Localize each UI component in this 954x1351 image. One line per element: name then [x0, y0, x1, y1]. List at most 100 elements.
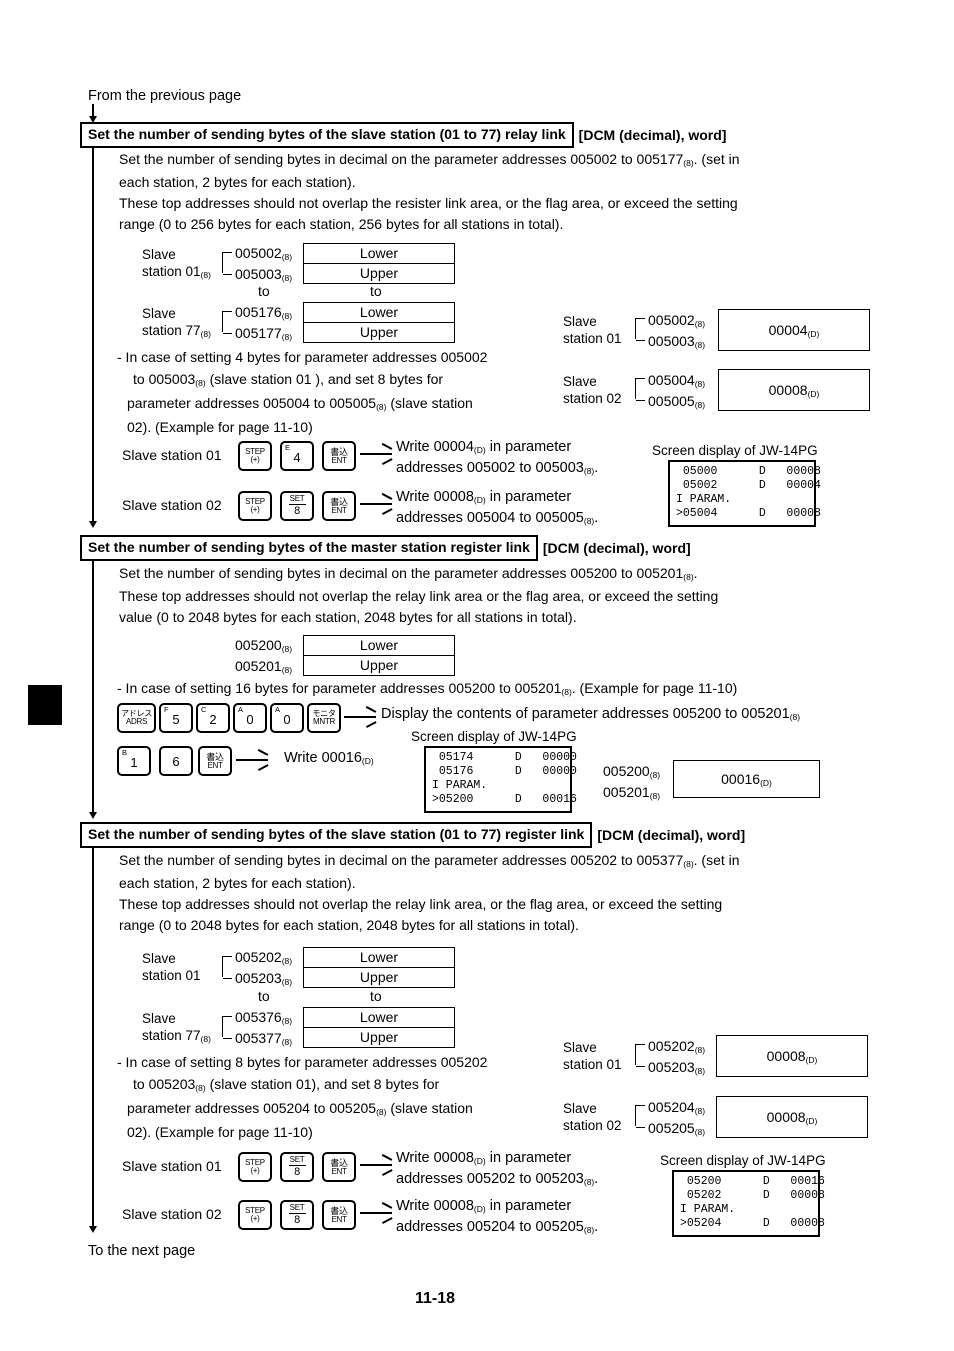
desc-line: Write 00008(D) in parameter	[396, 489, 572, 505]
station-line-1: Slave	[142, 306, 176, 321]
station-line-2: station 77(8)	[142, 323, 211, 339]
value: 00008(D)	[766, 1109, 818, 1126]
key-step-plus[interactable]: STEP (+)	[238, 1200, 272, 1230]
key-step-plus[interactable]: STEP (+)	[238, 1152, 272, 1182]
s3-seq-1-arrow	[360, 1201, 393, 1224]
station-line-2: station 77(8)	[142, 1028, 211, 1044]
key-bottom-label: ADRS	[125, 717, 148, 726]
page-number: 11-18	[415, 1290, 456, 1307]
addr-lower: 005376(8)	[235, 1009, 293, 1026]
s1-seq-1-desc: Write 00008(D) in parameter addresses 00…	[396, 487, 598, 529]
paragraph: These top addresses should not overlap t…	[119, 896, 723, 912]
s3-screen-display: 05200 D 00016 05202 D 00008 I PARAM. >05…	[672, 1170, 825, 1237]
key-corner-label: E	[285, 443, 291, 452]
s1-seq-0-desc: Write 00004(D) in parameter addresses 00…	[396, 437, 598, 479]
example-line: 02). (Example for page 11-10)	[127, 419, 313, 435]
section-2-flow-arrow	[88, 812, 97, 819]
addr-bottom: 005005(8)	[648, 393, 706, 410]
key-e-4[interactable]: E 4	[280, 441, 314, 471]
s1-bracket-last	[222, 311, 232, 334]
desc-line: addresses 005002 to 005003(8).	[396, 460, 599, 476]
manual-page: From the previous page Set the number of…	[0, 0, 954, 1351]
addr-upper: 005203(8)	[235, 970, 293, 987]
addr-lower: 005202(8)	[235, 949, 293, 966]
addr-bottom: 005203(8)	[648, 1059, 706, 1076]
cell-lower: Lower	[304, 636, 454, 656]
key-step-plus[interactable]: STEP (+)	[238, 441, 272, 471]
station-line-2: station 01	[142, 968, 201, 983]
desc-line: Write 00004(D) in parameter	[396, 439, 572, 455]
section-3-flow-line	[92, 846, 94, 1230]
section-3-example-text: - In case of setting 8 bytes for paramet…	[117, 1051, 537, 1143]
paragraph: each station, 2 bytes for each station).	[119, 875, 356, 891]
s3-result-1-value-box: 00008(D)	[716, 1096, 868, 1138]
key-f-5[interactable]: F 5	[159, 703, 193, 733]
s2-result-value-box: 00016(D)	[673, 760, 820, 798]
paragraph: range (0 to 2048 bytes for each station,…	[119, 917, 579, 933]
value: 00016(D)	[721, 771, 772, 788]
station-line-1: Slave	[563, 314, 597, 329]
example-line: to 005003(8) (slave station 01 ), and se…	[133, 371, 444, 388]
cell-upper: Upper	[359, 265, 399, 281]
s1-result-1-bracket	[635, 378, 645, 401]
value: 00008(D)	[766, 1048, 818, 1065]
desc-line: Write 00008(D) in parameter	[396, 1150, 572, 1166]
s1-addr-last: 005176(8) 005177(8)	[235, 303, 292, 345]
s1-screen-caption: Screen display of JW-14PG	[652, 443, 818, 458]
s3-bracket-first	[222, 956, 232, 979]
key-corner-label: B	[122, 748, 128, 757]
s1-seq-0-arrow	[360, 442, 393, 465]
key-write-ent[interactable]: 書込 ENT	[198, 746, 232, 776]
s3-seq-1-desc: Write 00008(D) in parameter addresses 00…	[396, 1196, 598, 1238]
s3-lu-table-first: Lower Upper	[303, 947, 455, 988]
key-write-ent[interactable]: 書込 ENT	[322, 491, 356, 521]
s3-to-addr: to	[258, 988, 270, 1004]
station-line-2: station 01	[563, 1057, 622, 1072]
s3-station-last-label: Slave station 77(8)	[142, 1010, 211, 1046]
desc-line: Write 00008(D) in parameter	[396, 1198, 572, 1214]
to-next-page-label: To the next page	[88, 1243, 196, 1259]
key-set-8[interactable]: SET 8	[280, 1200, 314, 1230]
cell-upper: Upper	[359, 1029, 399, 1045]
key-a-0-first[interactable]: A 0	[233, 703, 267, 733]
station-line-2: station 02	[563, 1118, 622, 1133]
key-a-0-second[interactable]: A 0	[270, 703, 304, 733]
cell-lower: Lower	[304, 948, 454, 968]
key-bottom-label: (+)	[250, 1214, 260, 1223]
key-write-ent[interactable]: 書込 ENT	[322, 1200, 356, 1230]
s3-result-0-bracket	[635, 1044, 645, 1067]
key-c-2[interactable]: C 2	[196, 703, 230, 733]
s1-screen-display: 05000 D 00008 05002 D 00004 I PARAM. >05…	[668, 460, 821, 527]
key-6[interactable]: 6	[159, 746, 193, 776]
addr-upper: 005377(8)	[235, 1030, 293, 1047]
s3-seq-1-station: Slave station 02	[122, 1206, 222, 1222]
key-step-plus[interactable]: STEP (+)	[238, 491, 272, 521]
section-2-heading-tail: [DCM (decimal), word]	[542, 539, 691, 556]
key-monitor-mntr[interactable]: モニタ MNTR	[307, 703, 341, 733]
paragraph: Set the number of sending bytes in decim…	[119, 151, 740, 168]
paragraph: Set the number of sending bytes in decim…	[119, 852, 740, 869]
s2-seq-1-desc: Write 00016(D)	[284, 750, 374, 766]
key-write-ent[interactable]: 書込 ENT	[322, 441, 356, 471]
key-write-ent[interactable]: 書込 ENT	[322, 1152, 356, 1182]
s3-seq-0-desc: Write 00008(D) in parameter addresses 00…	[396, 1148, 598, 1190]
addr-upper: 005201(8)	[235, 658, 293, 675]
section-3-paragraphs: Set the number of sending bytes in decim…	[119, 850, 859, 936]
key-digit-label: 4	[293, 450, 301, 465]
station-line-1: Slave	[142, 951, 176, 966]
example-line: 02). (Example for page 11-10)	[127, 1124, 313, 1140]
section-3-heading: Set the number of sending bytes of the s…	[80, 822, 745, 848]
key-b-1[interactable]: B 1	[117, 746, 151, 776]
s3-seq-0-station: Slave station 01	[122, 1158, 222, 1174]
key-address-adrs[interactable]: アドレス ADRS	[117, 703, 156, 733]
desc-line: addresses 005004 to 005005(8).	[396, 510, 599, 526]
s3-result-0-addr: 005202(8) 005203(8)	[648, 1037, 705, 1079]
s3-result-1-station: Slave station 02	[563, 1100, 622, 1134]
key-digit-label: 2	[209, 712, 217, 727]
s3-result-0-station: Slave station 01	[563, 1039, 622, 1073]
addr-bottom: 005003(8)	[648, 333, 706, 350]
key-set-8[interactable]: SET 8	[280, 491, 314, 521]
example-line: parameter addresses 005204 to 005205(8) …	[127, 1100, 473, 1117]
key-set-8[interactable]: SET 8	[280, 1152, 314, 1182]
cell-upper: Upper	[359, 969, 399, 985]
